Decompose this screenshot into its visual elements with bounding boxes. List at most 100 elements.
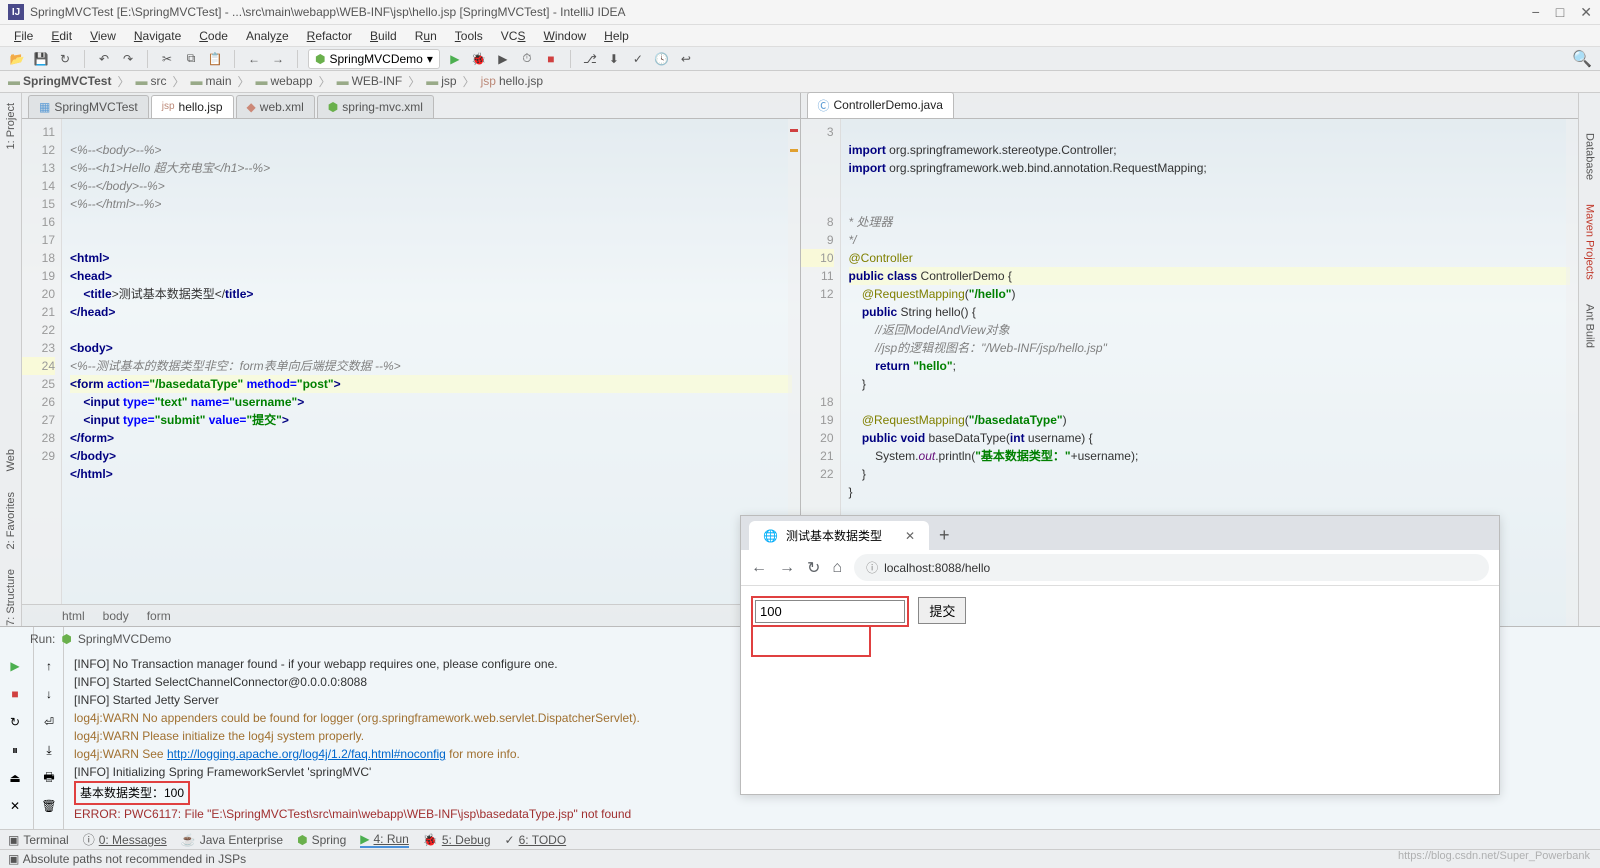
maximize-icon[interactable]: □: [1556, 4, 1564, 21]
log4j-link[interactable]: http://logging.apache.org/log4j/1.2/faq.…: [167, 747, 446, 761]
btab-spring[interactable]: ⬢Spring: [297, 833, 346, 847]
menu-analyze[interactable]: Analyze: [238, 27, 297, 45]
menu-file[interactable]: File: [6, 27, 41, 45]
revert-icon[interactable]: ↩: [677, 50, 695, 68]
crumb-body[interactable]: body: [103, 609, 129, 623]
close-tab-icon[interactable]: ✕: [905, 529, 915, 543]
rail-ant[interactable]: Ant Build: [1584, 304, 1596, 348]
rail-structure[interactable]: 7: Structure: [5, 569, 17, 626]
tab-controller-demo[interactable]: ⒸControllerDemo.java: [807, 92, 954, 118]
menu-navigate[interactable]: Navigate: [126, 27, 189, 45]
username-field[interactable]: [755, 600, 905, 623]
wrap-icon[interactable]: ⏎: [38, 711, 60, 733]
rail-project[interactable]: 1: Project: [5, 103, 17, 149]
url-bar[interactable]: ⓘ localhost:8088/hello: [854, 554, 1489, 581]
browser-tab[interactable]: 🌐 测试基本数据类型 ✕: [749, 521, 929, 550]
redo-icon[interactable]: ↷: [119, 50, 137, 68]
debug-icon[interactable]: 🐞: [470, 50, 488, 68]
forward-icon[interactable]: →: [779, 559, 795, 577]
vcs-icon[interactable]: ⎇: [581, 50, 599, 68]
tab-spring-mvc-xml[interactable]: ⬢spring-mvc.xml: [317, 95, 434, 118]
new-tab-icon[interactable]: +: [929, 521, 960, 550]
menu-code[interactable]: Code: [191, 27, 236, 45]
sync-icon[interactable]: ↻: [56, 50, 74, 68]
browser-toolbar: ← → ↻ ⌂ ⓘ localhost:8088/hello: [741, 550, 1499, 586]
stop-icon[interactable]: ■: [4, 683, 26, 705]
menu-build[interactable]: Build: [362, 27, 405, 45]
home-icon[interactable]: ⌂: [832, 559, 842, 577]
close-icon[interactable]: ✕: [1580, 4, 1592, 21]
rail-database[interactable]: Database: [1584, 133, 1596, 180]
update-icon[interactable]: ⬇: [605, 50, 623, 68]
menu-tools[interactable]: Tools: [447, 27, 491, 45]
copy-icon[interactable]: ⧉: [182, 50, 200, 68]
rail-web[interactable]: Web: [5, 449, 17, 471]
menu-run[interactable]: Run: [407, 27, 445, 45]
stop-icon[interactable]: ■: [542, 50, 560, 68]
up-icon[interactable]: ↑: [38, 655, 60, 677]
reload-icon[interactable]: ↻: [807, 558, 820, 578]
run-icon[interactable]: ▶: [446, 50, 464, 68]
btab-todo[interactable]: ✓6: TODO: [505, 833, 567, 847]
save-icon[interactable]: 💾: [32, 50, 50, 68]
menu-refactor[interactable]: Refactor: [299, 27, 360, 45]
breadcrumb-item[interactable]: jsp hello.jsp: [481, 74, 543, 88]
forward-icon[interactable]: →: [269, 50, 287, 68]
menu-help[interactable]: Help: [596, 27, 637, 45]
tab-web-xml[interactable]: ◆web.xml: [236, 95, 315, 118]
crumb-form[interactable]: form: [147, 609, 171, 623]
breadcrumb-item[interactable]: ▬src: [135, 74, 166, 88]
rail-maven[interactable]: Maven Projects: [1584, 204, 1596, 280]
breadcrumb-item[interactable]: ▬webapp: [256, 74, 313, 88]
tab-hello-jsp[interactable]: jsphello.jsp: [151, 95, 234, 118]
back-icon[interactable]: ←: [245, 50, 263, 68]
restart-icon[interactable]: ↻: [4, 711, 26, 733]
open-icon[interactable]: 📂: [8, 50, 26, 68]
print-icon[interactable]: 🖶: [38, 767, 60, 789]
todo-icon: ✓: [505, 833, 515, 847]
clear-icon[interactable]: 🗑: [38, 795, 60, 817]
btab-messages[interactable]: ⓘ0: Messages: [83, 831, 167, 848]
exit-icon[interactable]: ⏏: [4, 767, 26, 789]
run-config-selector[interactable]: ⬢ SpringMVCDemo ▾: [308, 49, 440, 69]
btab-terminal[interactable]: ▣Terminal: [8, 833, 69, 847]
breadcrumb-item[interactable]: ▬WEB-INF: [337, 74, 403, 88]
minimize-icon[interactable]: −: [1532, 4, 1540, 21]
pause-icon[interactable]: ⏸: [4, 739, 26, 761]
run-config-name: SpringMVCDemo: [329, 52, 422, 66]
down-icon[interactable]: ↓: [38, 683, 60, 705]
error-stripe[interactable]: [1566, 119, 1578, 626]
btab-run[interactable]: ▶4: Run: [360, 832, 409, 848]
profile-icon[interactable]: ⏱: [518, 50, 536, 68]
menu-vcs[interactable]: VCS: [493, 27, 534, 45]
cut-icon[interactable]: ✂: [158, 50, 176, 68]
site-info-icon[interactable]: ⓘ: [866, 559, 878, 576]
close-icon[interactable]: ✕: [4, 795, 26, 817]
menu-view[interactable]: View: [82, 27, 124, 45]
scroll-icon[interactable]: ⤓: [38, 739, 60, 761]
folder-icon: ▬: [337, 74, 349, 88]
menu-edit[interactable]: Edit: [43, 27, 80, 45]
submit-button[interactable]: [918, 597, 966, 624]
btab-debug[interactable]: 🐞5: Debug: [423, 833, 491, 847]
code-left[interactable]: <%--<body>--%> <%--<h1>Hello 超大充电宝</h1>-…: [62, 119, 800, 604]
rerun-icon[interactable]: ▶: [4, 655, 26, 677]
commit-icon[interactable]: ✓: [629, 50, 647, 68]
breadcrumb-item[interactable]: ▬jsp: [426, 74, 456, 88]
crumb-html[interactable]: html: [62, 609, 85, 623]
menu-window[interactable]: Window: [535, 27, 594, 45]
chevron-down-icon: ▾: [427, 52, 433, 66]
history-icon[interactable]: 🕓: [653, 50, 671, 68]
btab-java-ee[interactable]: ☕Java Enterprise: [181, 833, 283, 847]
coverage-icon[interactable]: ▶: [494, 50, 512, 68]
breadcrumb-item[interactable]: ▬main: [190, 74, 231, 88]
breadcrumb-item[interactable]: ▬SpringMVCTest: [8, 74, 111, 88]
back-icon[interactable]: ←: [751, 559, 767, 577]
url-text: localhost:8088/hello: [884, 561, 990, 575]
paste-icon[interactable]: 📋: [206, 50, 224, 68]
tab-springmvctest[interactable]: ▦SpringMVCTest: [28, 95, 149, 118]
rail-favorites[interactable]: 2: Favorites: [5, 492, 17, 549]
undo-icon[interactable]: ↶: [95, 50, 113, 68]
search-icon[interactable]: 🔍: [1572, 49, 1592, 69]
browser-window: 🌐 测试基本数据类型 ✕ + ← → ↻ ⌂ ⓘ localhost:8088/…: [740, 515, 1500, 795]
